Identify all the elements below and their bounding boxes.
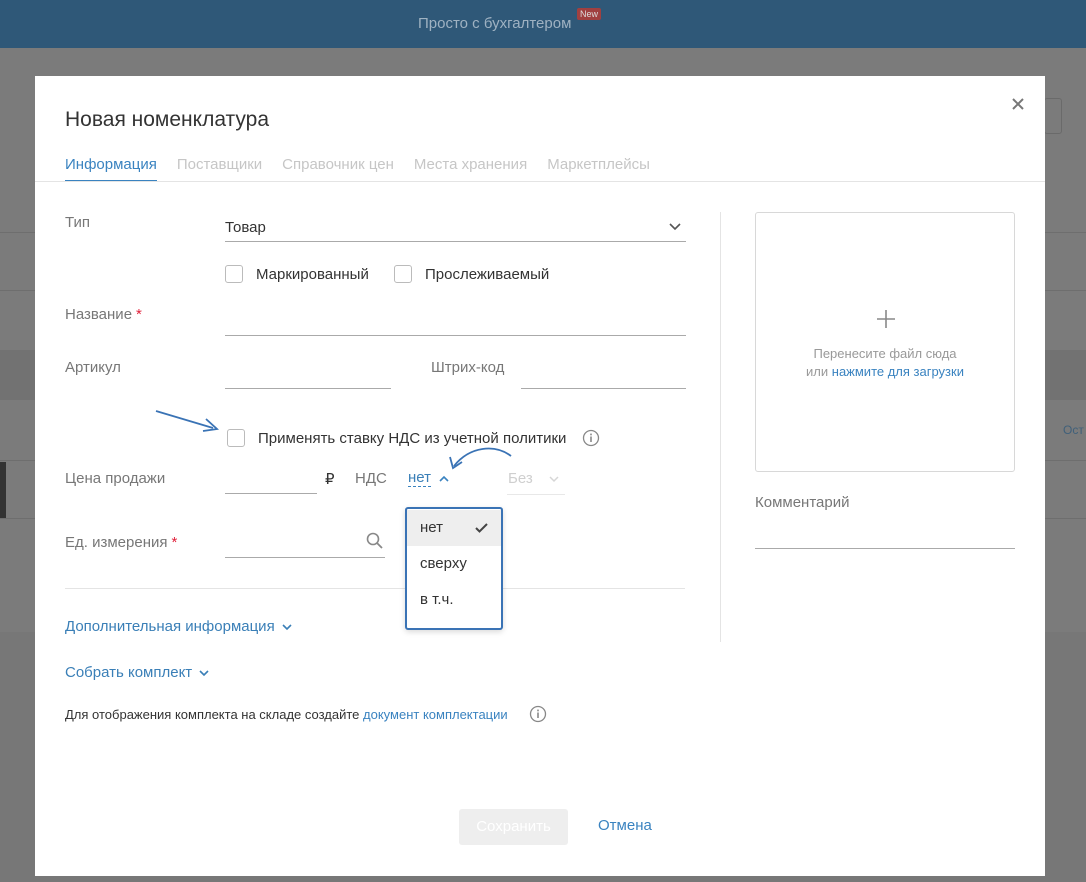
kit-hint-text: Для отображения комплекта на складе созд…	[65, 707, 364, 722]
vat-policy-checkbox-label: Применять ставку НДС из учетной политики	[258, 430, 567, 447]
plus-icon	[877, 310, 895, 328]
tab-information[interactable]: Информация	[65, 156, 157, 182]
name-input[interactable]	[225, 310, 686, 336]
new-nomenclature-modal: Новая номенклатура Информация Поставщики…	[35, 76, 1045, 876]
app-header-title: Просто с бухгалтером	[418, 15, 572, 32]
tabs-divider	[35, 181, 1045, 182]
vat-mode-select[interactable]: нет	[408, 470, 431, 487]
chevron-down-icon	[669, 223, 681, 231]
close-icon[interactable]	[1008, 94, 1028, 114]
upload-text: Перенесите файл сюда или нажмите для заг…	[756, 345, 1014, 381]
checkmark-icon	[475, 523, 488, 533]
search-icon[interactable]	[366, 532, 384, 550]
tracked-checkbox-label: Прослеживаемый	[425, 266, 550, 283]
type-select-value: Товар	[225, 219, 266, 236]
barcode-input[interactable]	[521, 363, 686, 389]
assemble-kit-link[interactable]: Собрать комплект	[65, 664, 192, 681]
section-divider	[65, 588, 685, 589]
name-label-text: Название	[65, 306, 133, 323]
tab-price-directory[interactable]: Справочник цен	[282, 156, 394, 182]
unit-label-text: Ед. измерения	[65, 534, 168, 551]
vat-option-label: нет	[420, 519, 443, 536]
additional-info-link[interactable]: Дополнительная информация	[65, 618, 275, 635]
kit-document-link[interactable]: документ комплектации	[363, 707, 508, 722]
required-mark: *	[171, 534, 178, 551]
marked-checkbox[interactable]	[225, 265, 243, 283]
info-icon[interactable]	[582, 429, 600, 447]
barcode-label: Штрих-код	[431, 359, 505, 376]
new-badge: New	[577, 8, 602, 20]
save-button[interactable]: Сохранить	[459, 809, 568, 845]
vat-option-included[interactable]: в т.ч.	[407, 582, 501, 618]
unit-input[interactable]	[225, 532, 385, 558]
chevron-up-icon[interactable]	[439, 475, 449, 482]
kit-hint: Для отображения комплекта на складе созд…	[65, 707, 508, 722]
annotation-arrow-icon	[155, 410, 220, 432]
tracked-checkbox[interactable]	[394, 265, 412, 283]
app-header: Просто с бухгалтером New	[0, 0, 1086, 48]
name-label: Название *	[65, 306, 142, 323]
required-mark: *	[136, 306, 142, 323]
vat-option-on-top[interactable]: сверху	[407, 546, 501, 582]
type-select[interactable]: Товар	[225, 216, 686, 242]
article-label: Артикул	[65, 359, 121, 376]
bg-column-label: Ост	[1063, 423, 1084, 437]
tab-marketplaces[interactable]: Маркетплейсы	[547, 156, 650, 182]
chevron-down-icon[interactable]	[282, 624, 292, 631]
cancel-button[interactable]: Отмена	[598, 817, 652, 834]
info-icon[interactable]	[529, 705, 547, 723]
modal-title: Новая номенклатура	[65, 108, 270, 131]
bg-row-marker	[0, 462, 6, 518]
type-label: Тип	[65, 214, 91, 231]
tabs: Информация Поставщики Справочник цен Мес…	[65, 156, 670, 182]
marked-checkbox-label: Маркированный	[256, 266, 369, 283]
vat-rate-underline	[507, 494, 565, 495]
vat-rate-select[interactable]: Без	[508, 470, 533, 487]
chevron-down-icon[interactable]	[199, 670, 209, 677]
vat-policy-checkbox[interactable]	[227, 429, 245, 447]
currency-symbol: ₽	[325, 471, 335, 488]
upload-or-text: или	[806, 364, 832, 379]
price-input[interactable]	[225, 468, 317, 494]
article-input[interactable]	[225, 363, 391, 389]
chevron-down-icon	[549, 476, 559, 483]
tab-storage-places[interactable]: Места хранения	[414, 156, 527, 182]
price-label: Цена продажи	[65, 470, 166, 487]
unit-label: Ед. измерения *	[65, 534, 177, 551]
tab-suppliers[interactable]: Поставщики	[177, 156, 262, 182]
vat-option-none[interactable]: нет	[407, 510, 501, 546]
file-upload-dropzone[interactable]: Перенесите файл сюда или нажмите для заг…	[755, 212, 1015, 472]
comment-input[interactable]	[755, 523, 1015, 549]
vat-mode-dropdown: нет сверху в т.ч.	[405, 507, 503, 630]
bg-button	[1044, 98, 1062, 134]
upload-link[interactable]: нажмите для загрузки	[832, 364, 964, 379]
comment-label: Комментарий	[755, 494, 850, 511]
upload-text-line1: Перенесите файл сюда	[813, 346, 957, 361]
upload-text-line2: или нажмите для загрузки	[756, 363, 1014, 381]
column-divider	[720, 212, 721, 642]
vat-label: НДС	[355, 470, 387, 487]
